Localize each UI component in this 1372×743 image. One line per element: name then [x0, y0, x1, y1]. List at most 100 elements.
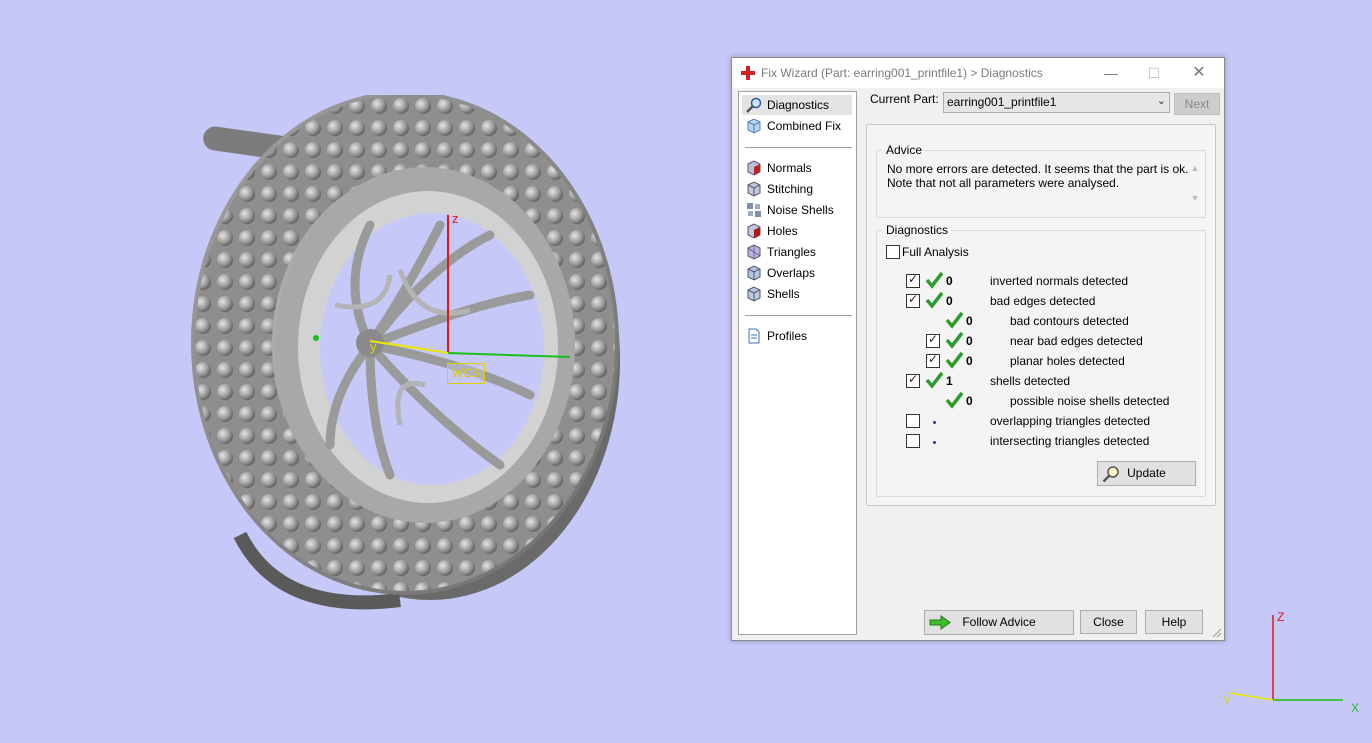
sidebar-item-label: Combined Fix — [767, 119, 842, 133]
near-bad-edges-label: near bad edges detected — [1010, 334, 1143, 348]
follow-advice-label: Follow Advice — [962, 615, 1036, 629]
overlapping-triangles-label: overlapping triangles detected — [990, 414, 1151, 428]
sidebar-item-combined-fix[interactable]: Combined Fix — [742, 116, 852, 136]
magnifier-icon — [1102, 466, 1119, 483]
intersecting-triangles-checkbox[interactable] — [906, 434, 920, 448]
inverted-normals-count: 0 — [946, 274, 953, 288]
shells-label: shells detected — [990, 374, 1071, 388]
wcs-label: WCS — [447, 363, 485, 384]
shells-count: 1 — [946, 374, 953, 388]
resize-grip-icon[interactable] — [1212, 628, 1222, 638]
diagnostics-title: Diagnostics — [883, 223, 952, 237]
inverted-normals-checkbox[interactable]: ✓ — [906, 272, 920, 288]
chevron-down-icon: ⌄ — [1156, 95, 1166, 107]
sidebar-item-overlaps[interactable]: Overlaps — [742, 263, 852, 283]
stitching-cube-icon — [747, 181, 761, 197]
help-button[interactable]: Help — [1145, 610, 1203, 634]
overlaps-cube-icon — [747, 265, 761, 281]
sidebar-item-normals[interactable]: Normals — [742, 158, 852, 178]
sidebar-item-label: Shells — [767, 287, 800, 301]
advice-line-2: Note that not all parameters were analys… — [887, 176, 1120, 190]
orientation-axes: Z X Y — [1223, 610, 1359, 715]
cube-icon — [747, 118, 761, 134]
sidebar-divider — [745, 147, 852, 148]
corner-axis-z: Z — [1277, 610, 1284, 624]
full-analysis-checkbox[interactable] — [886, 245, 900, 259]
green-check-icon — [945, 351, 963, 369]
close-button[interactable]: Close — [1080, 610, 1137, 634]
current-part-value: earring001_printfile1 — [947, 95, 1057, 109]
sidebar-item-holes[interactable]: Holes — [742, 221, 852, 241]
sidebar-item-noise-shells[interactable]: Noise Shells — [742, 200, 852, 220]
corner-axis-x: X — [1351, 701, 1359, 715]
bad-contours-label: bad contours detected — [1010, 314, 1129, 328]
sidebar-item-label: Normals — [767, 161, 812, 175]
overlapping-triangles-checkbox[interactable] — [906, 414, 920, 428]
green-check-icon — [925, 371, 943, 389]
bad-contours-count: 0 — [966, 314, 973, 328]
advice-line-1: No more errors are detected. It seems th… — [887, 162, 1189, 176]
window-title: Fix Wizard (Part: earring001_printfile1)… — [761, 66, 1043, 80]
update-button[interactable]: Update — [1097, 461, 1196, 486]
follow-advice-button[interactable]: Follow Advice — [924, 610, 1074, 635]
near-bad-edges-checkbox[interactable]: ✓ — [926, 332, 940, 348]
advice-scrollbar[interactable]: ▲ ▼ — [1188, 163, 1202, 211]
triangles-cube-icon — [747, 244, 761, 260]
fix-wizard-dialog: Fix Wizard (Part: earring001_printfile1)… — [731, 57, 1225, 641]
corner-axis-y: Y — [1223, 694, 1231, 708]
green-check-icon — [945, 331, 963, 349]
normals-cube-icon — [747, 160, 761, 176]
sidebar-item-triangles[interactable]: Triangles — [742, 242, 852, 262]
bad-edges-checkbox[interactable]: ✓ — [906, 292, 920, 308]
update-label: Update — [1127, 466, 1166, 480]
red-cross-icon — [741, 66, 755, 80]
advice-group: Advice No more errors are detected. It s… — [876, 143, 1206, 218]
shells-checkbox[interactable]: ✓ — [906, 372, 920, 388]
document-icon — [748, 328, 760, 344]
sidebar-item-label: Profiles — [767, 329, 808, 343]
magnifier-icon — [746, 97, 762, 113]
planar-holes-count: 0 — [966, 354, 973, 368]
advice-title: Advice — [883, 143, 926, 157]
earring-model[interactable]: z y — [170, 95, 640, 615]
near-bad-edges-count: 0 — [966, 334, 973, 348]
holes-cube-icon — [747, 223, 761, 239]
sidebar-item-label: Noise Shells — [767, 203, 834, 217]
bad-edges-label: bad edges detected — [990, 294, 1096, 308]
wizard-sidebar: Diagnostics Combined Fix Normals Stitchi… — [738, 91, 857, 635]
diagnostics-group: Diagnostics Full Analysis ✓ 0 inverted n… — [876, 223, 1206, 497]
green-arrow-right-icon — [929, 615, 951, 630]
advice-text: No more errors are detected. It seems th… — [887, 162, 1193, 214]
current-part-select[interactable]: earring001_printfile1 ⌄ — [943, 92, 1170, 113]
sidebar-item-label: Overlaps — [767, 266, 816, 280]
green-check-icon — [925, 291, 943, 309]
noise-shells-count: 0 — [966, 394, 973, 408]
diagnostics-panel: Advice No more errors are detected. It s… — [866, 124, 1216, 506]
intersecting-triangles-label: intersecting triangles detected — [990, 434, 1150, 448]
next-button[interactable]: Next — [1174, 93, 1220, 115]
shells-cube-icon — [747, 286, 761, 302]
sidebar-item-label: Diagnostics — [767, 98, 830, 112]
sidebar-item-shells[interactable]: Shells — [742, 284, 852, 304]
close-window-button[interactable]: ✕ — [1187, 62, 1211, 84]
sidebar-item-stitching[interactable]: Stitching — [742, 179, 852, 199]
current-part-label: Current Part: — [870, 92, 939, 106]
sidebar-divider — [745, 315, 852, 316]
planar-holes-checkbox[interactable]: ✓ — [926, 352, 940, 368]
axis-y-label: y — [370, 339, 377, 354]
maximize-button[interactable]: ☐ — [1142, 62, 1166, 84]
sidebar-item-label: Stitching — [767, 182, 814, 196]
inverted-normals-label: inverted normals detected — [990, 274, 1129, 288]
green-check-icon — [945, 391, 963, 409]
planar-holes-label: planar holes detected — [1010, 354, 1125, 368]
green-check-icon — [925, 271, 943, 289]
sidebar-item-diagnostics[interactable]: Diagnostics — [742, 95, 852, 115]
full-analysis-label: Full Analysis — [902, 245, 969, 259]
title-bar[interactable]: Fix Wizard (Part: earring001_printfile1)… — [732, 58, 1224, 88]
sidebar-item-profiles[interactable]: Profiles — [742, 326, 852, 346]
noise-shells-label: possible noise shells detected — [1010, 394, 1170, 408]
sidebar-item-label: Triangles — [767, 245, 816, 259]
minimize-button[interactable]: — — [1099, 62, 1123, 84]
pending-dot-icon — [933, 421, 936, 424]
axis-z-label: z — [452, 211, 459, 226]
